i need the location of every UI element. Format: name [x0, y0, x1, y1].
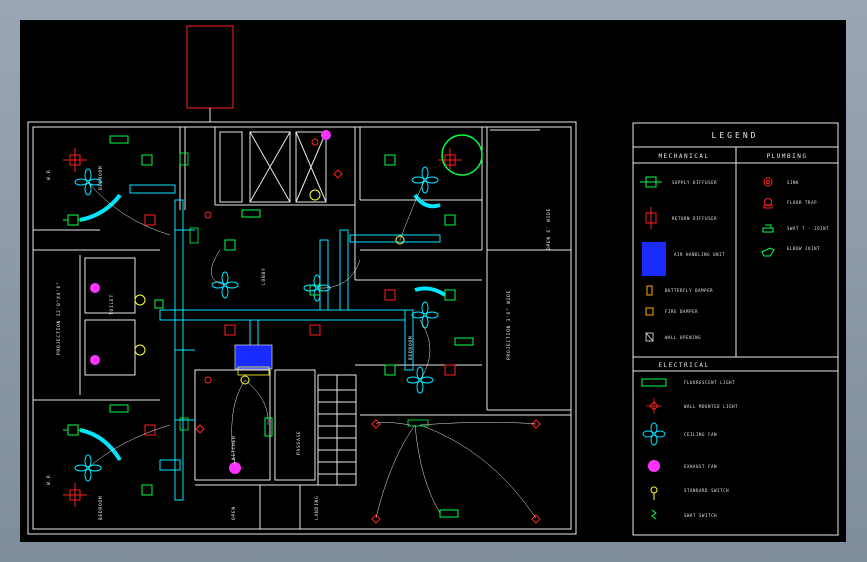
legend-elbow-joint: ELBOW JOINT — [787, 246, 820, 251]
room-label-passage: PASSAGE — [296, 430, 302, 455]
room-label-wr-top: W.R — [46, 169, 52, 180]
floor-plan-drawing: W.R W.R PROJECTION 12'0"X4'6" PROJECTION… — [27, 25, 839, 536]
room-labels: W.R W.R PROJECTION 12'0"X4'6" PROJECTION… — [46, 165, 552, 520]
legend-exhaust-fan: EXHAUST FAN — [684, 464, 717, 469]
elbow-joint-icon — [761, 247, 775, 257]
legend-plumbing-heading: PLUMBING — [767, 153, 808, 160]
legend-electrical-heading: ELECTRICAL — [658, 362, 709, 369]
sink-icon — [763, 177, 773, 187]
room-label-open-right: OPEN 6' WIDE — [546, 208, 552, 250]
legend-wall-opening: WALL OPENING — [665, 335, 701, 340]
room-label-projection-right: PROJECTION 3'6" WIDE — [506, 290, 512, 360]
swat-t-joint-icon — [762, 224, 774, 233]
supply-diffusers — [63, 154, 456, 496]
legend-return-diffuser: RETURN DIFFUSER — [672, 216, 717, 221]
room-label-projection-left: PROJECTION 12'0"X4'6" — [56, 281, 62, 355]
room-label-open-bottom: OPEN — [231, 506, 237, 520]
legend-title: LEGEND — [712, 131, 759, 140]
legend-fluorescent-light: FLUORESCENT LIGHT — [684, 380, 735, 385]
duct-network — [129, 184, 441, 501]
cad-canvas[interactable]: W.R W.R PROJECTION 12'0"X4'6" PROJECTION… — [20, 20, 846, 542]
room-label-wr-bottom: W.R — [46, 474, 52, 485]
fire-damper-icon — [645, 307, 654, 316]
fluorescent-light-icon — [641, 378, 667, 387]
shaft-box — [186, 25, 234, 109]
room-label-bedroom-right: BEDROOM — [408, 335, 414, 360]
room-label-toilet: TOILET — [109, 294, 115, 315]
legend-swat-switch: SWAT SWITCH — [684, 513, 717, 518]
legend-butterfly-damper: BUTTERFLY DAMPER — [665, 288, 713, 293]
room-label-bedroom-bottom: BEDROOM — [98, 495, 104, 520]
floor-trap-icon — [764, 198, 772, 206]
exhaust-fans — [90, 130, 331, 474]
legend-fire-damper: FIRE DAMPER — [665, 309, 698, 314]
legend-mechanical-heading: MECHANICAL — [658, 153, 709, 160]
swat-switch-icon — [651, 509, 657, 520]
legend-wall-light: WALL MOUNTED LIGHT — [684, 404, 738, 409]
wiring — [87, 179, 537, 519]
ahu-icon — [642, 242, 666, 276]
exhaust-fan-icon — [648, 460, 660, 472]
legend-swat-t-joint: SWAT T - JOINT — [787, 226, 829, 231]
room-label-bedroom-top: BEDROOM — [98, 165, 104, 190]
legend-panel: LEGEND MECHANICAL PLUMBING ELECTRICAL SU… — [632, 122, 839, 536]
ceiling-fans — [74, 166, 439, 482]
ceiling-fan-icon — [642, 422, 666, 446]
room-label-kitchen: KITCHEN — [231, 435, 237, 460]
legend-ceiling-fan: CEILING FAN — [684, 432, 717, 437]
legend-standard-switch: STANDARD SWITCH — [684, 488, 729, 493]
legend-supply-diffuser: SUPPLY DIFFUSER — [672, 180, 717, 185]
walls — [27, 121, 577, 535]
junction-boxes — [179, 152, 429, 431]
standard-switch-icon — [650, 486, 658, 494]
butterfly-damper-icon — [646, 285, 653, 296]
air-handling-unit — [234, 344, 273, 370]
return-diffusers — [63, 138, 462, 507]
legend-floor-trap: FLOOR TRAP — [787, 200, 817, 205]
legend-ahu: AIR HANDLING UNIT — [674, 252, 725, 257]
room-label-lobby: LOBBY — [261, 267, 267, 285]
viewer-frame: W.R W.R PROJECTION 12'0"X4'6" PROJECTION… — [0, 0, 867, 562]
legend-sink: SINK — [787, 180, 799, 185]
room-label-landing: LANDING — [314, 495, 320, 520]
